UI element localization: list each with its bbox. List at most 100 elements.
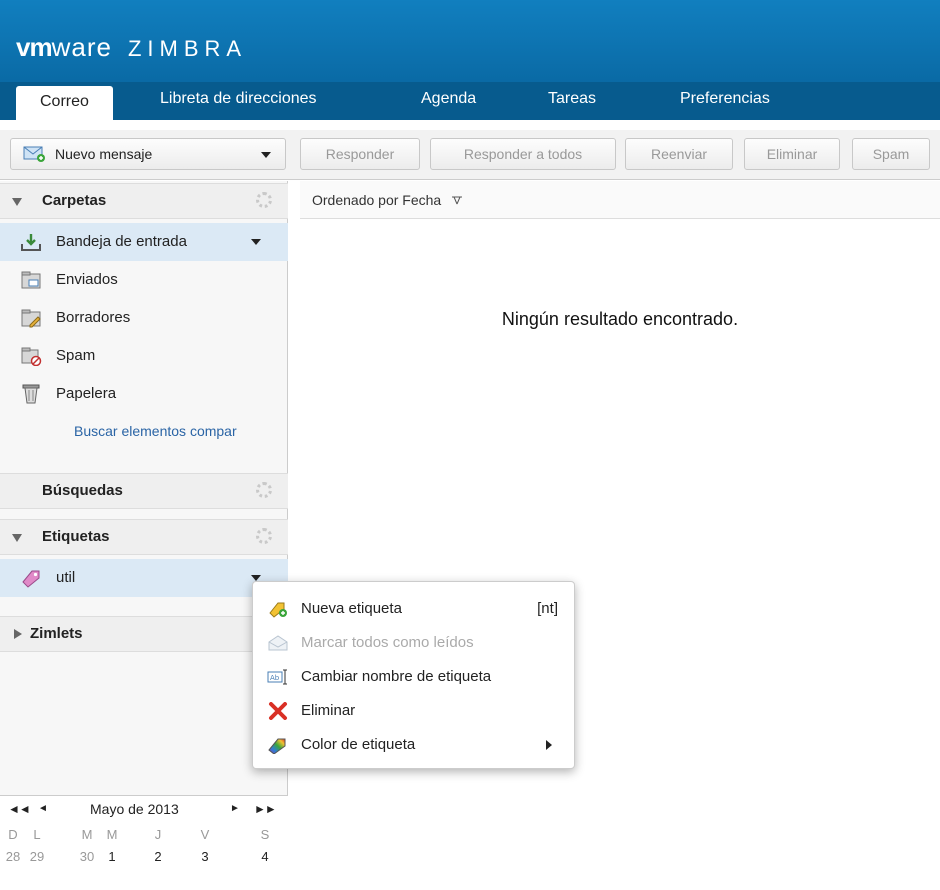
menu-item-delete[interactable]: Eliminar [253, 694, 576, 728]
calendar-day[interactable]: 4 [254, 846, 276, 868]
tab-agenda[interactable]: Agenda [407, 82, 490, 120]
app-header: vmware ZIMBRA Correo Libreta de direccion… [0, 0, 940, 130]
gear-icon[interactable] [256, 192, 272, 208]
sent-folder-icon [21, 271, 41, 289]
tab-correo[interactable]: Correo [16, 86, 113, 120]
menu-item-new-tag[interactable]: Nueva etiqueta [nt] [253, 592, 576, 626]
next-year-icon[interactable]: ►► [254, 796, 277, 822]
gear-icon[interactable] [256, 528, 272, 544]
weekday: M [106, 827, 118, 842]
reply-button[interactable]: Responder [300, 138, 420, 170]
zimlets-header[interactable]: Zimlets [0, 616, 288, 652]
empty-message: Ningún resultado encontrado. [501, 309, 739, 329]
searches-header-label: Búsquedas [42, 482, 123, 499]
tab-libreta[interactable]: Libreta de direcciones [146, 82, 331, 120]
searches-header[interactable]: Búsquedas [0, 473, 288, 509]
next-month-icon[interactable]: ► [230, 796, 240, 822]
folder-label: Borradores [56, 309, 131, 326]
folder-label: Bandeja de entrada [56, 233, 187, 250]
menu-item-rename-tag[interactable]: Ab Cambiar nombre de etiqueta [253, 660, 576, 694]
new-mail-icon [23, 146, 45, 162]
sort-bar[interactable]: Ordenado por Fecha [300, 181, 940, 219]
folder-label: Spam [56, 347, 96, 364]
tab-preferencias[interactable]: Preferencias [666, 82, 784, 120]
reply-all-button[interactable]: Responder a todos [430, 138, 616, 170]
calendar-week: 28 29 30 1 2 3 4 [0, 846, 288, 868]
chevron-down-icon[interactable] [251, 239, 261, 245]
prev-year-icon[interactable]: ◄◄ [8, 796, 31, 822]
menu-item-tag-color[interactable]: Color de etiqueta [253, 728, 576, 762]
folder-inbox[interactable]: Bandeja de entrada [0, 223, 288, 261]
trash-icon [22, 384, 40, 404]
sidebar: Carpetas Bandeja de entrada Enviados Bor… [0, 181, 288, 890]
tags-header[interactable]: Etiquetas [0, 519, 288, 555]
menu-item-mark-all-read[interactable]: Marcar todos como leídos [253, 626, 576, 660]
logo-product: ZIMBRA [127, 36, 248, 61]
search-shared-items-link[interactable]: Buscar elementos compar [74, 423, 288, 439]
folder-label: Enviados [56, 271, 118, 288]
new-message-label: Nuevo mensaje [55, 146, 153, 162]
tab-tareas[interactable]: Tareas [534, 82, 610, 120]
tags-header-label: Etiquetas [42, 528, 110, 545]
folder-sent[interactable]: Enviados [0, 261, 288, 299]
drafts-folder-icon [21, 309, 41, 328]
weekday: M [81, 827, 93, 842]
calendar-weekdays: D L M M J V S [0, 824, 288, 846]
tag-label: util [56, 569, 76, 586]
rename-icon: Ab [267, 669, 287, 685]
prev-month-icon[interactable]: ◄ [38, 796, 48, 822]
delete-button[interactable]: Eliminar [744, 138, 840, 170]
weekday: V [200, 827, 210, 842]
calendar-month-label[interactable]: Mayo de 2013 [90, 796, 179, 822]
folder-label: Papelera [56, 385, 117, 402]
folders-header-label: Carpetas [42, 192, 107, 209]
collapse-triangle-icon[interactable] [12, 198, 22, 206]
calendar-day[interactable]: 28 [2, 846, 24, 868]
inbox-icon [21, 234, 41, 251]
spam-folder-icon [21, 347, 42, 366]
new-message-button[interactable]: Nuevo mensaje [10, 138, 286, 170]
weekday: L [33, 827, 41, 842]
zimlets-header-label: Zimlets [30, 625, 83, 642]
message-list-pane: Ordenado por Fecha Ningún resultado enco… [300, 181, 940, 890]
forward-button[interactable]: Reenviar [625, 138, 733, 170]
collapse-triangle-icon[interactable] [12, 534, 22, 542]
mini-calendar: ◄◄ ◄ Mayo de 2013 ► ►► D L M M J V S 28 … [0, 795, 288, 890]
calendar-day[interactable]: 1 [101, 846, 123, 868]
menu-item-label: Nueva etiqueta [301, 600, 402, 617]
calendar-day[interactable]: 2 [147, 846, 169, 868]
folder-spam[interactable]: Spam [0, 337, 288, 375]
new-tag-icon [269, 602, 287, 618]
svg-text:Ab: Ab [270, 674, 280, 682]
tag-color-icon [268, 738, 286, 754]
logo-vm: vm [16, 32, 53, 62]
sort-label: Ordenado por Fecha [312, 192, 442, 208]
calendar-header: ◄◄ ◄ Mayo de 2013 ► ►► [0, 796, 288, 824]
spam-button[interactable]: Spam [852, 138, 930, 170]
weekday: J [154, 827, 162, 842]
vmware-zimbra-logo: vmware ZIMBRA [16, 30, 247, 66]
chevron-down-icon[interactable] [261, 152, 271, 158]
sort-direction-icon[interactable] [451, 196, 463, 206]
tag-icon [22, 570, 40, 588]
calendar-day[interactable]: 29 [26, 846, 48, 868]
weekday: S [260, 827, 270, 842]
menu-item-label: Cambiar nombre de etiqueta [301, 668, 492, 685]
menu-item-label: Marcar todos como leídos [301, 634, 474, 651]
menu-item-shortcut: [nt] [537, 600, 558, 617]
header-banner: vmware ZIMBRA [0, 0, 940, 82]
mark-read-icon [268, 635, 288, 651]
weekday: D [8, 827, 18, 842]
folders-header[interactable]: Carpetas [0, 183, 288, 219]
calendar-day[interactable]: 30 [76, 846, 98, 868]
expand-triangle-icon[interactable] [14, 629, 22, 639]
calendar-day[interactable]: 3 [194, 846, 216, 868]
folder-drafts[interactable]: Borradores [0, 299, 288, 337]
menu-item-label: Eliminar [301, 702, 356, 719]
logo-ware: ware [51, 32, 112, 62]
menu-item-label: Color de etiqueta [301, 736, 416, 753]
folder-trash[interactable]: Papelera [0, 375, 288, 413]
tab-underline [0, 120, 940, 130]
gear-icon[interactable] [256, 482, 272, 498]
tag-util[interactable]: util [0, 559, 288, 597]
